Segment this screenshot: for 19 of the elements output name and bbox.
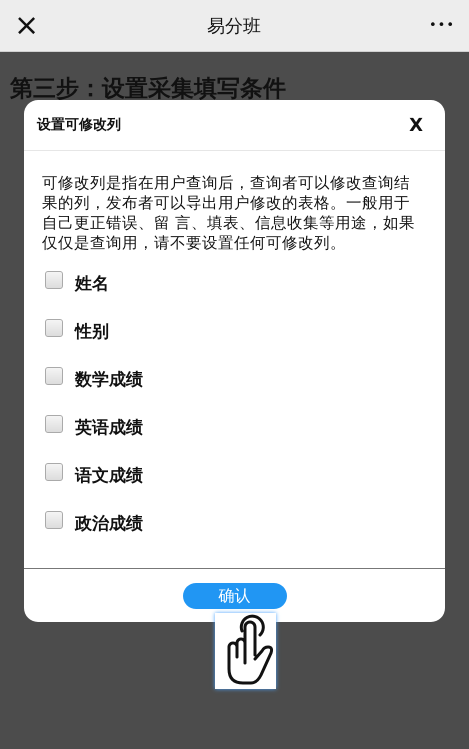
more-icon[interactable]: •••	[428, 18, 455, 33]
column-label: 政治成绩	[75, 512, 143, 534]
close-button[interactable]: X	[409, 114, 423, 136]
dialog-title: 设置可修改列	[37, 116, 121, 134]
nav-title: 易分班	[207, 14, 262, 38]
checkbox[interactable]	[45, 319, 63, 337]
close-icon[interactable]: ×	[14, 10, 40, 40]
page-heading: 第三步：设置采集填写条件	[10, 75, 287, 104]
column-label: 性别	[75, 320, 109, 342]
checkbox[interactable]	[45, 415, 63, 433]
description-text: 可修改列是指在用户查询后，查询者可以修改查询结果的列，发布者可以导出用户修改的表格。一般用于自己更正错误、留 言、填表、信息收集等用途，如果仅仅是查询用，请不要设置任何可修改列。	[42, 173, 416, 253]
checkbox[interactable]	[45, 271, 63, 289]
checkbox[interactable]	[45, 463, 63, 481]
column-label: 语文成绩	[75, 464, 143, 486]
checkbox[interactable]	[45, 367, 63, 385]
column-label: 数学成绩	[75, 368, 143, 390]
column-label: 英语成绩	[75, 416, 143, 438]
checkbox[interactable]	[45, 511, 63, 529]
column-label: 姓名	[75, 272, 109, 294]
